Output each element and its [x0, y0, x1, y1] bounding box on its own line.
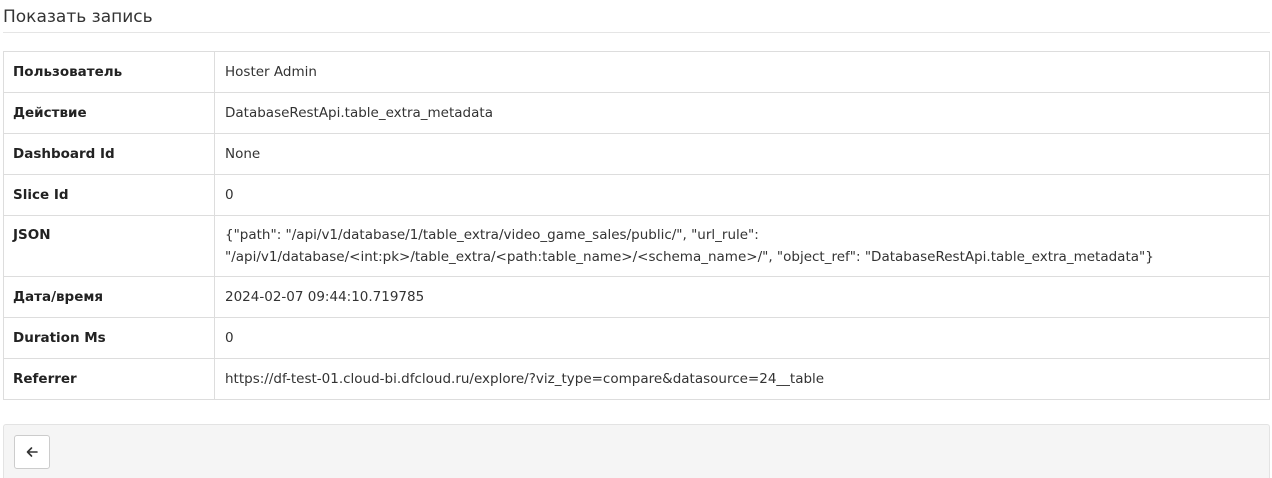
field-value-dashboard-id: None — [214, 133, 1270, 175]
field-value-json: {"path": "/api/v1/database/1/table_extra… — [214, 215, 1270, 277]
page-title: Показать запись — [3, 7, 153, 27]
table-row: Пользователь Hoster Admin — [3, 51, 1270, 93]
table-row: JSON {"path": "/api/v1/database/1/table_… — [3, 215, 1270, 277]
field-label-json: JSON — [3, 215, 215, 277]
table-row: Dashboard Id None — [3, 133, 1270, 175]
field-label-referrer: Referrer — [3, 358, 215, 400]
actions-panel — [3, 424, 1270, 478]
table-row: Действие DatabaseRestApi.table_extra_met… — [3, 92, 1270, 134]
field-value-user: Hoster Admin — [214, 51, 1270, 93]
field-label-slice-id: Slice Id — [3, 174, 215, 216]
title-divider — [3, 32, 1270, 33]
field-value-datetime: 2024-02-07 09:44:10.719785 — [214, 276, 1270, 318]
field-value-referrer: https://df-test-01.cloud-bi.dfcloud.ru/e… — [214, 358, 1270, 400]
field-label-dashboard-id: Dashboard Id — [3, 133, 215, 175]
record-details-table: Пользователь Hoster Admin Действие Datab… — [3, 51, 1270, 400]
field-label-datetime: Дата/время — [3, 276, 215, 318]
field-label-user: Пользователь — [3, 51, 215, 93]
table-row: Дата/время 2024-02-07 09:44:10.719785 — [3, 276, 1270, 318]
field-value-action: DatabaseRestApi.table_extra_metadata — [214, 92, 1270, 134]
field-value-slice-id: 0 — [214, 174, 1270, 216]
field-value-duration-ms: 0 — [214, 317, 1270, 359]
arrow-left-icon — [25, 445, 39, 459]
field-label-duration-ms: Duration Ms — [3, 317, 215, 359]
table-row: Referrer https://df-test-01.cloud-bi.dfc… — [3, 358, 1270, 400]
table-row: Duration Ms 0 — [3, 317, 1270, 359]
back-button[interactable] — [14, 435, 50, 469]
table-row: Slice Id 0 — [3, 174, 1270, 216]
show-record-page: Показать запись Пользователь Hoster Admi… — [0, 0, 1272, 478]
field-label-action: Действие — [3, 92, 215, 134]
